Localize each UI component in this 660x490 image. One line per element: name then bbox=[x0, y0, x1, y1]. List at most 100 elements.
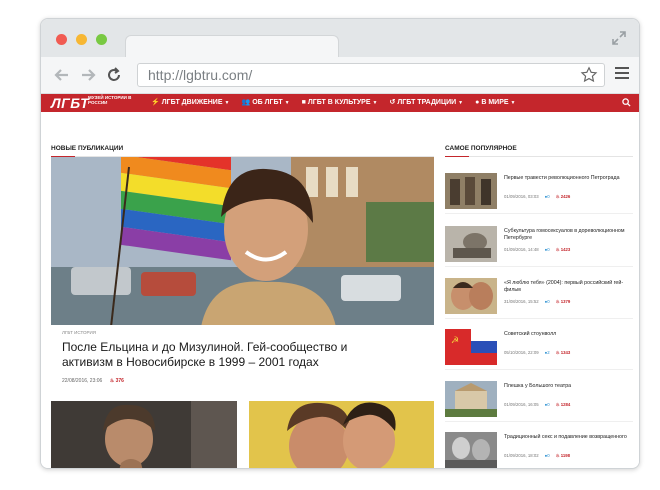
popular-views: ♨ 1379 bbox=[556, 299, 571, 304]
popular-comments: ●2 bbox=[545, 350, 550, 355]
popular-thumb[interactable]: ☭ bbox=[445, 329, 497, 365]
popular-thumb[interactable] bbox=[445, 432, 497, 468]
nav-item-world[interactable]: ● В МИРЕ ▼ bbox=[475, 94, 515, 112]
popular-date: 01/09/2016, 18:02 bbox=[504, 453, 539, 458]
popular-views: ♨ 1423 bbox=[556, 247, 571, 252]
popular-views: ♨ 2426 bbox=[556, 194, 571, 199]
article-thumbnail[interactable] bbox=[51, 401, 237, 468]
search-icon[interactable] bbox=[622, 98, 631, 107]
nav-item-lgbt-culture[interactable]: ■ ЛГБТ В КУЛЬТУРЕ ▼ bbox=[302, 94, 378, 112]
fire-icon: ♨ bbox=[109, 378, 115, 384]
popular-hot-count: 1379 bbox=[560, 299, 571, 304]
popular-image: ☭ bbox=[445, 329, 497, 365]
back-arrow-icon[interactable] bbox=[53, 66, 71, 84]
fire-icon: ♨ bbox=[555, 247, 560, 252]
nav-label: ЛГБТ ДВИЖЕНИЕ bbox=[161, 99, 223, 106]
popular-comments: ●0 bbox=[545, 194, 550, 199]
minimize-window-button[interactable] bbox=[76, 34, 87, 45]
nav-label: ОБ ЛГБТ bbox=[252, 99, 283, 106]
url-text: http://lgbtru.com/ bbox=[148, 67, 253, 83]
main-content: НОВЫЕ ПУБЛИКАЦИИ САМОЕ ПОПУЛЯРНОЕ ЛГБТ И… bbox=[41, 113, 639, 468]
popular-heading: САМОЕ ПОПУЛЯРНОЕ bbox=[445, 145, 517, 152]
popular-item[interactable]: Субкультура гомосексуалов в дореволюцион… bbox=[445, 226, 633, 270]
popular-date: 05/10/2016, 22:09 bbox=[504, 350, 539, 355]
browser-toolbar: http://lgbtru.com/ bbox=[41, 57, 639, 94]
popular-item[interactable]: ☭ Советский стоунволл 05/10/2016, 22:09 ●… bbox=[445, 329, 633, 373]
popular-hot-count: 1198 bbox=[560, 453, 571, 458]
caret-down-icon: ▼ bbox=[224, 100, 230, 106]
popular-thumb[interactable] bbox=[445, 173, 497, 209]
nav-item-lgbt-movement[interactable]: ⚡ ЛГБТ ДВИЖЕНИЕ ▼ bbox=[151, 94, 229, 112]
popular-title[interactable]: Субкультура гомосексуалов в дореволюцион… bbox=[504, 228, 630, 242]
hamburger-menu-icon[interactable] bbox=[615, 67, 629, 81]
close-window-button[interactable] bbox=[56, 34, 67, 45]
popular-comments: ●0 bbox=[545, 247, 550, 252]
fire-icon: ♨ bbox=[555, 194, 560, 199]
caret-down-icon: ▼ bbox=[284, 100, 290, 106]
fire-icon: ♨ bbox=[555, 402, 560, 407]
featured-title[interactable]: После Ельцина и до Мизулиной. Гей-сообще… bbox=[62, 340, 392, 370]
reload-icon[interactable] bbox=[105, 66, 123, 84]
popular-meta: 31/08/2016, 15:52 ●0 ♨ 1379 bbox=[504, 299, 570, 305]
expand-icon[interactable] bbox=[611, 30, 627, 46]
site-navbar: ЛГБТ МУЗЕЙ ИСТОРИИ В РОССИИ ⚡ ЛГБТ ДВИЖЕН… bbox=[41, 94, 639, 112]
featured-category[interactable]: ЛГБТ ИСТОРИЯ bbox=[62, 330, 96, 335]
popular-image bbox=[445, 432, 497, 468]
forward-arrow-icon[interactable] bbox=[79, 66, 97, 84]
globe-icon: ● bbox=[475, 99, 480, 106]
bookmark-star-icon[interactable] bbox=[580, 66, 598, 84]
popular-comments: ●0 bbox=[545, 453, 550, 458]
video-icon: ■ bbox=[301, 99, 306, 106]
nav-item-about-lgbt[interactable]: 👥 ОБ ЛГБТ ▼ bbox=[241, 94, 289, 112]
popular-comments: ●0 bbox=[545, 299, 550, 304]
popular-title[interactable]: Традиционный секс и подавление возвращен… bbox=[504, 434, 630, 441]
popular-item[interactable]: Первые травести революционного Петроград… bbox=[445, 173, 633, 217]
popular-meta: 01/09/2016, 16:05 ●0 ♨ 1284 bbox=[504, 402, 570, 408]
featured-views: ♨ 376 bbox=[110, 378, 124, 384]
popular-item[interactable]: Традиционный секс и подавление возвращен… bbox=[445, 432, 633, 468]
popular-title[interactable]: Первые травести революционного Петроград… bbox=[504, 175, 630, 182]
browser-window: http://lgbtru.com/ ЛГБТ МУЗЕЙ ИСТОРИИ В … bbox=[40, 18, 640, 469]
article-image bbox=[51, 401, 237, 468]
popular-hot-count: 1423 bbox=[560, 247, 571, 252]
divider bbox=[445, 318, 633, 319]
history-icon: ↺ bbox=[389, 99, 396, 106]
popular-image bbox=[445, 381, 497, 417]
popular-date: 01/09/2016, 16:05 bbox=[504, 402, 539, 407]
fire-icon: ♨ bbox=[555, 299, 560, 304]
featured-meta: 22/08/2016, 23:06 ♨ 376 bbox=[62, 378, 124, 384]
address-bar[interactable]: http://lgbtru.com/ bbox=[137, 63, 605, 87]
popular-thumb[interactable] bbox=[445, 381, 497, 417]
bolt-icon: ⚡ bbox=[151, 99, 160, 106]
nav-label: ЛГБТ В КУЛЬТУРЕ bbox=[307, 99, 371, 106]
site-nav-menu: ⚡ ЛГБТ ДВИЖЕНИЕ ▼ 👥 ОБ ЛГБТ ▼ ■ ЛГБТ В КУЛЬТУ… bbox=[151, 94, 527, 112]
divider bbox=[445, 421, 633, 422]
fire-icon: ♨ bbox=[555, 453, 560, 458]
caret-down-icon: ▼ bbox=[372, 100, 378, 106]
popular-meta: 01/09/2016, 14:48 ●0 ♨ 1423 bbox=[504, 247, 570, 253]
divider bbox=[445, 266, 633, 267]
featured-date: 22/08/2016, 23:06 bbox=[62, 378, 103, 384]
featured-article[interactable]: ЛГБТ ИСТОРИЯ После Ельцина и до Мизулино… bbox=[51, 157, 434, 397]
popular-date: 01/09/2016, 14:48 bbox=[504, 247, 539, 252]
popular-title[interactable]: Плешка у Большого театра bbox=[504, 383, 630, 390]
nav-label: В МИРЕ bbox=[481, 99, 509, 106]
logo-sub-text: МУЗЕЙ ИСТОРИИ В РОССИИ bbox=[88, 95, 132, 105]
popular-item[interactable]: Плешка у Большого театра 01/09/2016, 16:… bbox=[445, 381, 633, 425]
popular-comment-count: 0 bbox=[547, 402, 550, 407]
popular-comment-count: 2 bbox=[547, 350, 550, 355]
popular-title[interactable]: «Я люблю тебя» (2004): первый российский… bbox=[504, 280, 630, 294]
nav-item-lgbt-traditions[interactable]: ↺ ЛГБТ ТРАДИЦИИ ▼ bbox=[389, 94, 463, 112]
popular-item[interactable]: «Я люблю тебя» (2004): первый российский… bbox=[445, 278, 633, 322]
popular-title[interactable]: Советский стоунволл bbox=[504, 331, 630, 338]
divider bbox=[445, 156, 633, 157]
popular-thumb[interactable] bbox=[445, 278, 497, 314]
divider-accent bbox=[445, 156, 469, 157]
popular-hot-count: 2426 bbox=[560, 194, 571, 199]
nav-label: ЛГБТ ТРАДИЦИИ bbox=[397, 99, 457, 106]
maximize-window-button[interactable] bbox=[96, 34, 107, 45]
new-publications-heading: НОВЫЕ ПУБЛИКАЦИИ bbox=[51, 145, 124, 152]
article-thumbnail[interactable] bbox=[249, 401, 434, 468]
popular-comments: ●0 bbox=[545, 402, 550, 407]
popular-thumb[interactable] bbox=[445, 226, 497, 262]
